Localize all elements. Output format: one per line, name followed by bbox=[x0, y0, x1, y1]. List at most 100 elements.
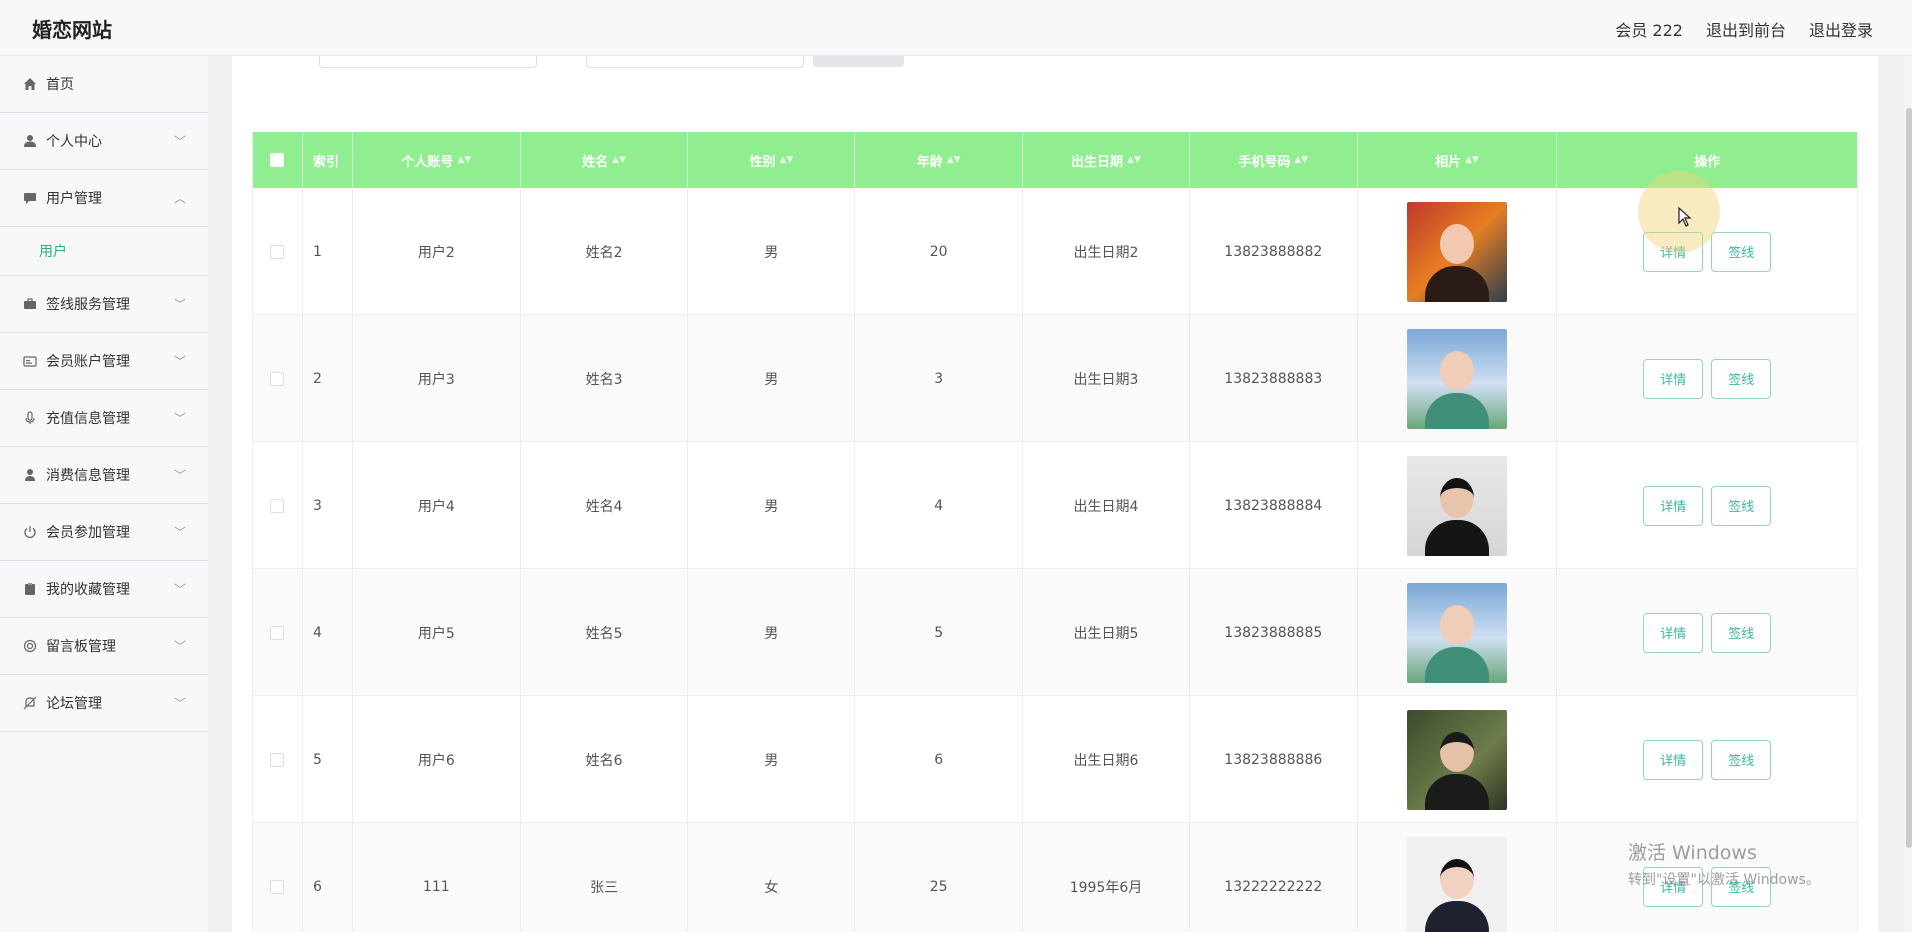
sidebar-item-recharge[interactable]: 充值信息管理 ﹀ bbox=[0, 390, 208, 447]
row-checkbox-cell bbox=[253, 696, 303, 823]
table-row: 1 用户2 姓名2 男 20 出生日期2 13823888882 详情 签线 bbox=[253, 188, 1857, 315]
cell-birth: 出生日期5 bbox=[1023, 569, 1190, 696]
column-header-label: 姓名 bbox=[582, 154, 609, 170]
sort-icon[interactable]: ▲▼ bbox=[1127, 155, 1141, 165]
cell-account: 用户2 bbox=[353, 188, 521, 315]
column-header-birth[interactable]: 出生日期 ▲▼ bbox=[1023, 132, 1190, 188]
sidebar-item-forum[interactable]: 论坛管理 ﹀ bbox=[0, 675, 208, 732]
sort-icon[interactable]: ▲▼ bbox=[457, 155, 471, 165]
detail-button[interactable]: 详情 bbox=[1643, 358, 1704, 399]
cell-phone: 13823888886 bbox=[1190, 696, 1358, 823]
user-photo[interactable] bbox=[1407, 582, 1508, 683]
scrollbar-thumb[interactable] bbox=[1906, 108, 1912, 848]
cell-gender: 男 bbox=[688, 696, 856, 823]
top-right-links: 会员 222 退出到前台 退出登录 bbox=[1615, 17, 1873, 41]
row-checkbox[interactable] bbox=[270, 371, 285, 386]
select-all-checkbox[interactable] bbox=[270, 153, 285, 167]
user-photo[interactable] bbox=[1407, 328, 1508, 429]
column-header-label: 相片 bbox=[1435, 154, 1462, 170]
photo-body bbox=[1425, 392, 1490, 429]
select-all-cell bbox=[253, 132, 303, 188]
cell-index: 3 bbox=[303, 442, 353, 569]
sort-icon[interactable]: ▲▼ bbox=[612, 155, 626, 165]
row-checkbox[interactable] bbox=[270, 625, 285, 640]
cell-index: 2 bbox=[303, 315, 353, 442]
column-header-age[interactable]: 年龄 ▲▼ bbox=[855, 132, 1024, 188]
cell-account: 用户3 bbox=[353, 315, 521, 442]
bell-off-icon bbox=[22, 695, 38, 711]
search-input-name[interactable] bbox=[586, 56, 804, 68]
sort-icon[interactable]: ▲▼ bbox=[1294, 155, 1308, 165]
sidebar-item-message-board[interactable]: 留言板管理 ﹀ bbox=[0, 618, 208, 675]
table-row: 4 用户5 姓名5 男 5 出生日期5 13823888885 详情 签线 bbox=[253, 569, 1857, 696]
sidebar-item-favorites[interactable]: 我的收藏管理 ﹀ bbox=[0, 561, 208, 618]
row-checkbox[interactable] bbox=[270, 752, 285, 767]
cell-phone: 13222222222 bbox=[1190, 823, 1358, 932]
sidebar-item-member-account[interactable]: 会员账户管理 ﹀ bbox=[0, 333, 208, 390]
briefcase-icon bbox=[22, 296, 38, 312]
sign-button[interactable]: 签线 bbox=[1711, 358, 1772, 399]
photo-body bbox=[1425, 646, 1490, 683]
row-checkbox[interactable] bbox=[270, 879, 285, 894]
row-checkbox[interactable] bbox=[270, 498, 285, 513]
windows-activation-watermark: 激活 Windows 转到"设置"以激活 Windows。 bbox=[1628, 838, 1820, 889]
sidebar-subitem-user[interactable]: 用户 bbox=[0, 227, 208, 276]
sidebar-item-label: 首页 bbox=[46, 77, 74, 93]
sign-button[interactable]: 签线 bbox=[1711, 612, 1772, 653]
user-photo[interactable] bbox=[1407, 709, 1508, 810]
cell-photo bbox=[1358, 188, 1558, 315]
sign-button[interactable]: 签线 bbox=[1711, 485, 1772, 526]
detail-button[interactable]: 详情 bbox=[1643, 612, 1704, 653]
row-checkbox[interactable] bbox=[270, 244, 285, 259]
sidebar-item-user-management[interactable]: 用户管理 ︿ bbox=[0, 170, 208, 227]
sidebar-item-home[interactable]: 首页 bbox=[0, 56, 208, 113]
sidebar-item-service-management[interactable]: 签线服务管理 ﹀ bbox=[0, 276, 208, 333]
user-photo[interactable] bbox=[1407, 455, 1508, 556]
chevron-down-icon: ﹀ bbox=[173, 582, 186, 597]
sidebar-item-consumption[interactable]: 消费信息管理 ﹀ bbox=[0, 447, 208, 504]
column-header-account[interactable]: 个人账号 ▲▼ bbox=[353, 132, 521, 188]
column-header-name[interactable]: 姓名 ▲▼ bbox=[521, 132, 689, 188]
cell-index: 4 bbox=[303, 569, 353, 696]
chevron-down-icon: ﹀ bbox=[173, 468, 186, 483]
cell-age: 5 bbox=[855, 569, 1024, 696]
cell-name: 姓名4 bbox=[521, 442, 689, 569]
cell-name: 姓名3 bbox=[521, 315, 689, 442]
cell-age: 25 bbox=[855, 823, 1024, 932]
column-header-photo[interactable]: 相片 ▲▼ bbox=[1358, 132, 1558, 188]
chevron-down-icon: ﹀ bbox=[173, 134, 186, 149]
cell-photo bbox=[1358, 442, 1558, 569]
cell-gender: 男 bbox=[688, 442, 856, 569]
cell-name: 姓名6 bbox=[521, 696, 689, 823]
cell-name: 姓名5 bbox=[521, 569, 689, 696]
search-button[interactable] bbox=[813, 56, 904, 67]
sort-icon[interactable]: ▲▼ bbox=[779, 155, 793, 165]
column-header-label: 个人账号 bbox=[401, 154, 454, 170]
user-photo[interactable] bbox=[1407, 836, 1508, 932]
sidebar-item-member-participation[interactable]: 会员参加管理 ﹀ bbox=[0, 504, 208, 561]
sort-icon[interactable]: ▲▼ bbox=[947, 155, 961, 165]
cell-birth: 出生日期4 bbox=[1023, 442, 1190, 569]
watermark-title: 激活 Windows bbox=[1628, 842, 1757, 864]
sidebar-item-label: 消费信息管理 bbox=[46, 468, 130, 484]
column-header-gender[interactable]: 性别 ▲▼ bbox=[688, 132, 856, 188]
cell-age: 20 bbox=[855, 188, 1024, 315]
cell-photo bbox=[1358, 696, 1558, 823]
back-to-front-link[interactable]: 退出到前台 bbox=[1706, 17, 1786, 41]
user-photo[interactable] bbox=[1407, 201, 1508, 302]
site-title: 婚恋网站 bbox=[32, 18, 112, 42]
search-input-account[interactable] bbox=[319, 56, 537, 68]
cell-index: 5 bbox=[303, 696, 353, 823]
detail-button[interactable]: 详情 bbox=[1643, 485, 1704, 526]
sort-icon[interactable]: ▲▼ bbox=[1465, 155, 1479, 165]
logout-link[interactable]: 退出登录 bbox=[1809, 17, 1873, 41]
column-header-phone[interactable]: 手机号码 ▲▼ bbox=[1190, 132, 1358, 188]
sign-button[interactable]: 签线 bbox=[1711, 231, 1772, 272]
sign-button[interactable]: 签线 bbox=[1711, 739, 1772, 780]
photo-body bbox=[1425, 900, 1490, 932]
detail-button[interactable]: 详情 bbox=[1643, 739, 1704, 780]
member-label[interactable]: 会员 222 bbox=[1615, 17, 1683, 41]
sidebar-item-label: 论坛管理 bbox=[46, 696, 102, 712]
column-header-index: 索引 bbox=[303, 132, 353, 188]
sidebar-item-personal-center[interactable]: 个人中心 ﹀ bbox=[0, 113, 208, 170]
